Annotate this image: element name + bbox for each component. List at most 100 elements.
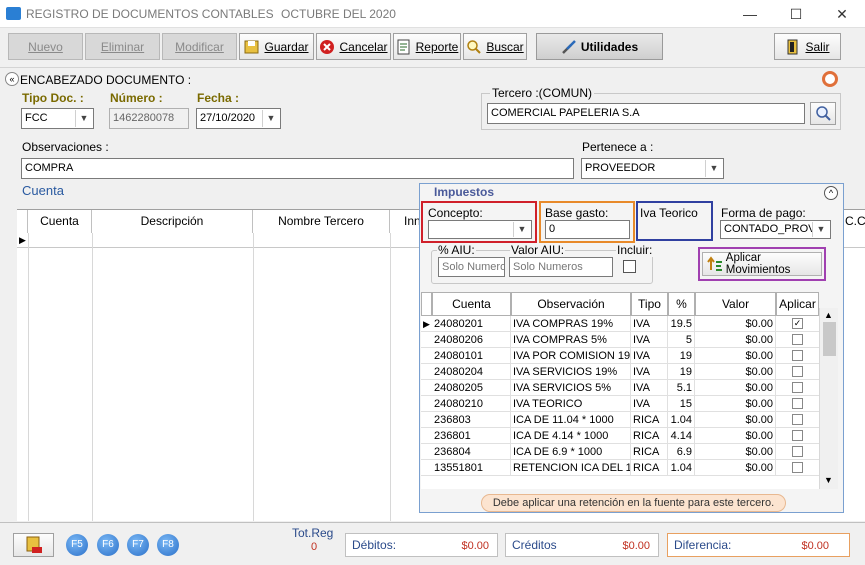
collapse-icon[interactable]: ^ [824,186,838,200]
cell-cuenta: 236801 [432,428,511,444]
apply-icon [707,256,722,271]
chevron-down-icon: ▼ [262,110,279,127]
forma-pago-label: Forma de pago: [721,206,806,220]
cell-tipo: RICA [631,444,668,460]
cell-valor: $0.00 [695,396,776,412]
aplicar-checkbox[interactable] [792,430,803,441]
incluir-checkbox[interactable] [623,260,636,273]
table-row[interactable]: 13551801 RETENCION ICA DEL 11 RICA 1.04 $0.0… [421,460,819,476]
f5-key-button[interactable]: F5 [66,534,88,556]
col-cc[interactable]: C.C [845,210,865,233]
help-icon[interactable] [822,71,838,87]
observaciones-field[interactable]: COMPRA [21,158,574,179]
cell-cuenta: 24080210 [432,396,511,412]
numero-field[interactable]: 1462280078 [109,108,189,129]
concepto-label: Concepto: [428,206,483,220]
reporte-button[interactable]: Reporte [393,33,461,60]
scroll-thumb[interactable] [823,322,836,356]
modificar-button[interactable]: Modificar [162,33,237,60]
nuevo-button[interactable]: Nuevo [8,33,83,60]
aplicar-checkbox[interactable] [792,414,803,425]
tercero-search-button[interactable] [810,102,836,125]
aplicar-checkbox[interactable] [792,446,803,457]
col-nombre-tercero[interactable]: Nombre Tercero [253,210,390,233]
aplicar-checkbox[interactable]: ✓ [792,318,803,329]
col-tipo[interactable]: Tipo [631,292,668,316]
col-observacion[interactable]: Observación [511,292,631,316]
close-button[interactable]: ✕ [819,0,865,28]
table-row[interactable]: 24080210 IVA TEORICO IVA 15 $0.00 [421,396,819,412]
scroll-down-icon[interactable]: ▼ [824,475,833,485]
cell-valor: $0.00 [695,348,776,364]
aplicar-movimientos-button[interactable]: Aplicar Movimientos [702,252,822,276]
cell-tipo: RICA [631,460,668,476]
aplicar-checkbox[interactable] [792,398,803,409]
aplicar-checkbox[interactable] [792,334,803,345]
maximize-button[interactable]: ☐ [773,0,819,28]
app-icon [6,7,21,20]
table-row[interactable]: 236803 ICA DE 11.04 * 1000 RICA 1.04 $0.00 [421,412,819,428]
aplicar-checkbox[interactable] [792,462,803,473]
table-row[interactable]: 236804 ICA DE 6.9 * 1000 RICA 6.9 $0.00 [421,444,819,460]
diferencia-label: Diferencia: [674,538,732,552]
aiu-field[interactable]: Solo Numero [438,257,505,277]
minimize-button[interactable]: — [727,0,773,28]
collapse-icon[interactable]: « [5,72,19,86]
cell-tipo: IVA [631,332,668,348]
col-pct[interactable]: % [668,292,695,316]
scroll-up-icon[interactable]: ▲ [824,310,833,320]
table-row[interactable]: 236801 ICA DE 4.14 * 1000 RICA 4.14 $0.00 [421,428,819,444]
tbl-row-header [421,292,432,316]
scrollbar[interactable]: ▲ ▼ [819,308,838,489]
f6-key-button[interactable]: F6 [97,534,119,556]
impuestos-title: Impuestos [434,185,495,199]
col-cuenta[interactable]: Cuenta [28,210,92,233]
base-field[interactable]: 0 [545,220,630,239]
impuestos-table[interactable]: ▶ 24080201 IVA COMPRAS 19% IVA 19.5 $0.00 ✓ 240… [421,316,819,489]
fecha-picker[interactable]: 27/10/2020 ▼ [196,108,281,129]
col-cuenta[interactable]: Cuenta [432,292,511,316]
cell-pct: 5.1 [668,380,695,396]
eliminar-button[interactable]: Eliminar [85,33,160,60]
totreg-value: 0 [311,541,318,553]
cell-valor: $0.00 [695,380,776,396]
row-pointer-icon: ▶ [19,235,26,245]
col-inn[interactable]: Inn [390,210,421,233]
buscar-button[interactable]: Buscar [463,33,527,60]
cell-valor: $0.00 [695,316,776,332]
creditos-box: Créditos $0.00 [505,533,659,557]
aplicar-checkbox[interactable] [792,350,803,361]
col-aplicar[interactable]: Aplicar [776,292,819,316]
table-row[interactable]: ▶ 24080201 IVA COMPRAS 19% IVA 19.5 $0.00 ✓ [421,316,819,332]
search-icon [466,39,482,55]
footer-action-button[interactable] [13,533,54,557]
modificar-label: Modificar [175,39,224,54]
f8-key-button[interactable]: F8 [157,534,179,556]
concepto-select[interactable]: ▼ [428,220,532,239]
forma-pago-select[interactable]: CONTADO_PROVE ▼ [720,220,831,239]
table-row[interactable]: 24080205 IVA SERVICIOS 5% IVA 5.1 $0.00 [421,380,819,396]
utilidades-button[interactable]: Utilidades [536,33,663,60]
aplicar-checkbox[interactable] [792,382,803,393]
buscar-label: Buscar [486,39,524,54]
valor-aiu-field[interactable]: Solo Numeros [509,257,613,277]
tipo-doc-select[interactable]: FCC ▼ [21,108,94,129]
cell-pct: 19.5 [668,316,695,332]
salir-button[interactable]: Salir [774,33,841,60]
tercero-field[interactable]: COMERCIAL PAPELERIA S.A [487,103,805,124]
pertenece-select[interactable]: PROVEEDOR ▼ [581,158,724,179]
base-label: Base gasto: [545,206,609,220]
cell-tipo: IVA [631,364,668,380]
f7-key-button[interactable]: F7 [127,534,149,556]
col-descripcion[interactable]: Descripción [92,210,253,233]
table-row[interactable]: 24080204 IVA SERVICIOS 19% IVA 19 $0.00 [421,364,819,380]
pertenece-value: PROVEEDOR [585,162,656,174]
cancelar-button[interactable]: Cancelar [316,33,391,60]
fecha-label: Fecha : [197,91,240,105]
guardar-button[interactable]: Guardar [239,33,314,60]
aplicar-checkbox[interactable] [792,366,803,377]
cancel-icon [319,39,335,55]
table-row[interactable]: 24080206 IVA COMPRAS 5% IVA 5 $0.00 [421,332,819,348]
table-row[interactable]: 24080101 IVA POR COMISION 19% IVA 19 $0.00 [421,348,819,364]
col-valor[interactable]: Valor [695,292,776,316]
